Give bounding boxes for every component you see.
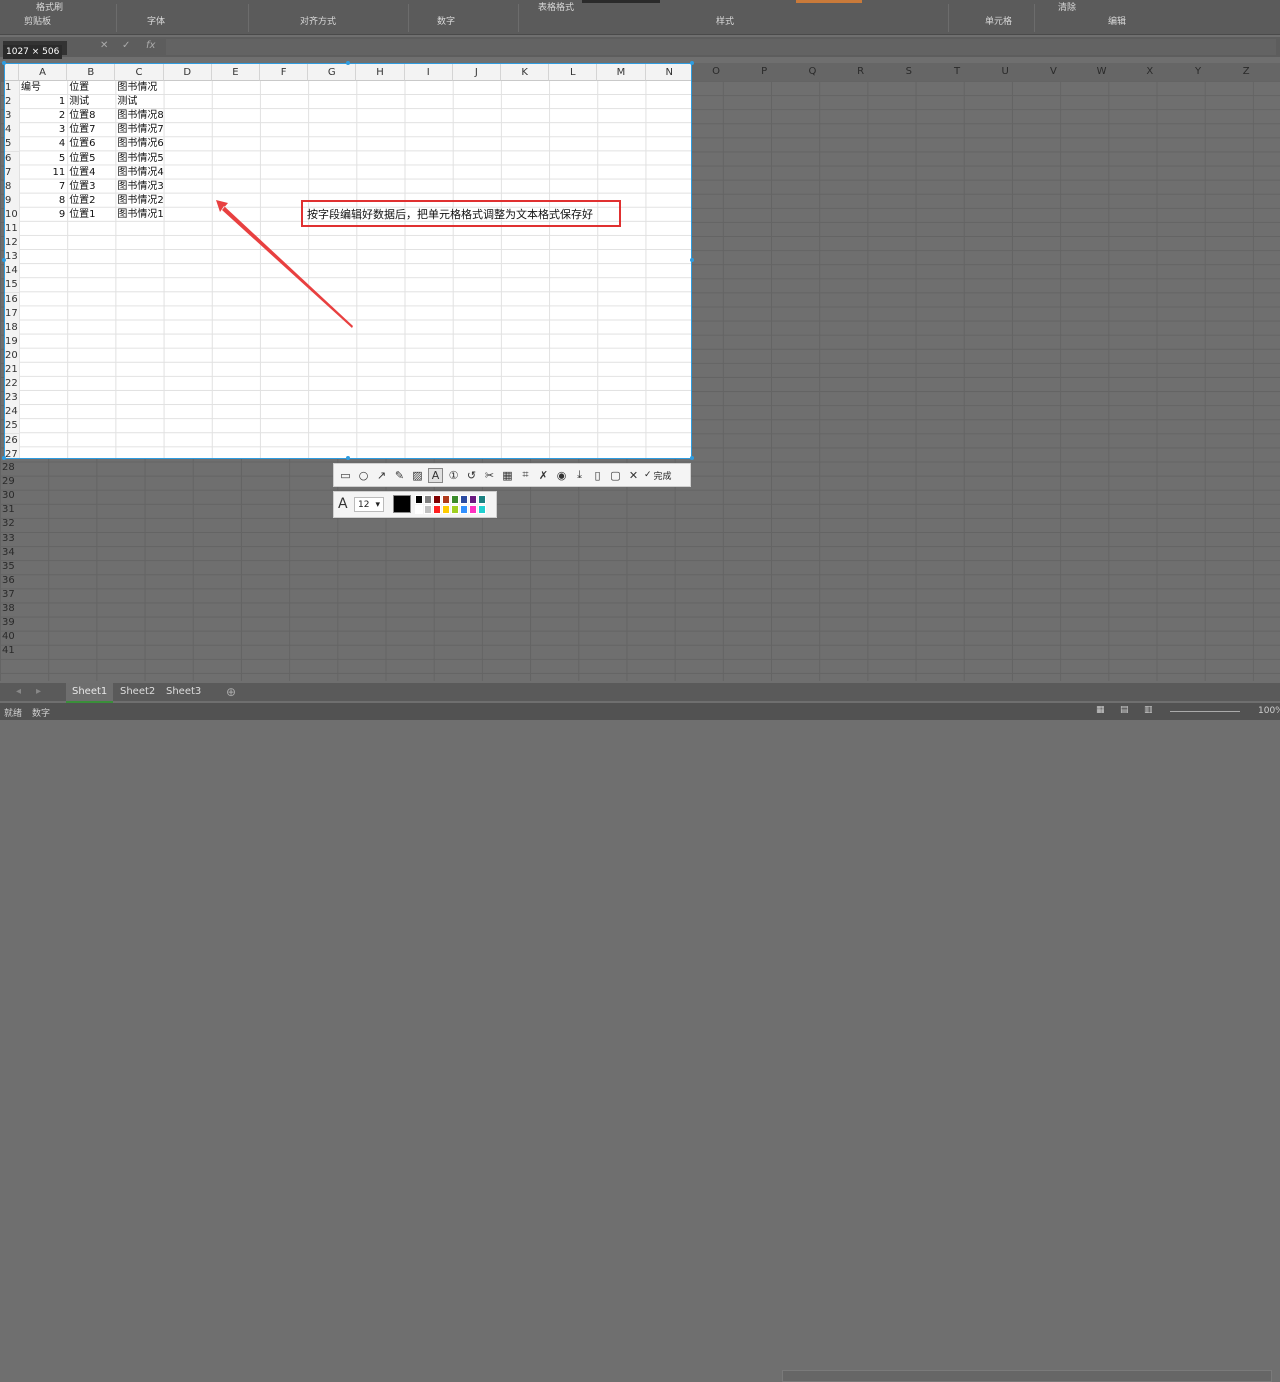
sheet-tab-bar: ◂ ▸ Sheet1 Sheet2 Sheet3 ⊕ [0,683,1280,1382]
status-ready: 就绪 [4,709,23,719]
tab-sheet3[interactable]: Sheet3 [160,683,207,701]
record-icon[interactable]: ◉ [554,468,569,483]
color-swatch[interactable] [415,505,423,514]
color-swatch[interactable] [460,495,468,504]
pin-icon[interactable]: ⌗ [518,468,533,483]
screenshot-toolbar: ▭ ○ ↗ ✎ ▨ A ① ↺ ✂ ▦ ⌗ ✗ ◉ ⤓ ▯ ▢ ✕ ✓ 完成 [333,463,691,487]
color-swatch[interactable] [424,495,432,504]
ocr-icon[interactable]: ▦ [500,468,515,483]
mosaic-icon[interactable]: ✂ [482,468,497,483]
done-label: 完成 [653,471,672,482]
font-size-select[interactable]: 12 ▾ [354,497,384,512]
zoom-slider[interactable] [1170,711,1240,712]
save-icon[interactable]: ▢ [608,468,623,483]
status-bar: 就绪 数字 ▦ ▤ ▥ 100% [0,703,1280,720]
color-swatch[interactable] [442,505,450,514]
number-icon[interactable]: ① [446,468,461,483]
marker-icon[interactable]: ▨ [410,468,425,483]
chevron-down-icon: ▾ [375,500,380,510]
color-swatch[interactable] [442,495,450,504]
color-swatch[interactable] [433,495,441,504]
color-swatch[interactable] [469,495,477,504]
annotation-arrow[interactable] [0,0,1280,720]
color-swatch[interactable] [424,505,432,514]
normal-view-icon[interactable]: ▦ [1096,705,1105,715]
tab-scroll-right-icon[interactable]: ▸ [36,686,41,697]
text-annotation[interactable]: 按字段编辑好数据后，把单元格格式调整为文本格式保存好 [301,200,621,227]
tab-sheet1[interactable]: Sheet1 [66,683,114,703]
zoom-level: 100% [1258,706,1280,716]
undo-icon[interactable]: ↺ [464,468,479,483]
color-swatch[interactable] [451,505,459,514]
font-icon: A [338,496,348,512]
pen-icon[interactable]: ✎ [392,468,407,483]
arrow-icon[interactable]: ↗ [374,468,389,483]
tab-sheet2[interactable]: Sheet2 [114,683,161,701]
cancel-icon[interactable]: ✕ [626,468,641,483]
translate-icon[interactable]: ✗ [536,468,551,483]
text-icon[interactable]: A [428,467,443,483]
color-swatch[interactable] [451,495,459,504]
color-swatch[interactable] [460,505,468,514]
color-swatch[interactable] [478,495,486,504]
page-layout-icon[interactable]: ▤ [1120,705,1129,715]
check-icon: ✓ [644,470,652,480]
font-size-value: 12 [358,500,370,510]
color-swatch[interactable] [433,505,441,514]
status-mode: 数字 [32,709,51,719]
ellipse-icon[interactable]: ○ [356,468,371,483]
text-style-bar: A 12 ▾ [333,491,497,518]
color-swatch[interactable] [415,495,423,504]
rectangle-icon[interactable]: ▭ [338,468,353,483]
page-break-icon[interactable]: ▥ [1144,705,1153,715]
color-swatch[interactable] [478,505,486,514]
long-capture-icon[interactable]: ▯ [590,468,605,483]
color-swatch[interactable] [469,505,477,514]
current-color-swatch[interactable] [393,495,411,513]
done-button[interactable]: ✓ 完成 [644,469,672,482]
horizontal-scrollbar[interactable] [782,1370,1272,1382]
add-sheet-icon[interactable]: ⊕ [226,685,236,699]
download-icon[interactable]: ⤓ [572,468,587,483]
tab-scroll-left-icon[interactable]: ◂ [16,686,21,697]
